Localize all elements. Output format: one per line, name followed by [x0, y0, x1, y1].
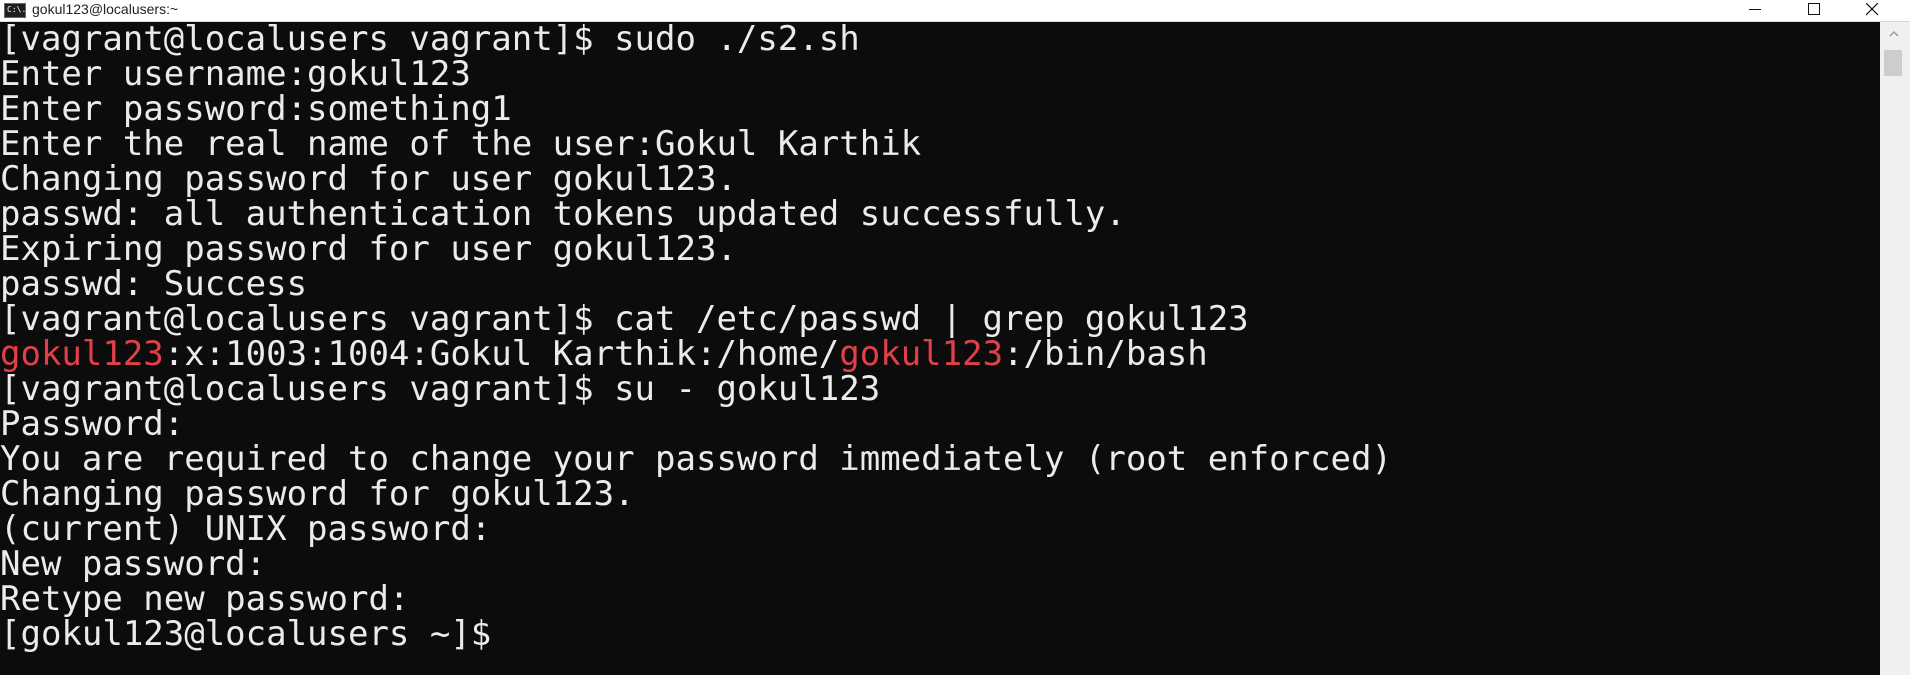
window-title: gokul123@localusers:~ [32, 1, 179, 17]
grep-match-highlight: gokul123 [839, 334, 1004, 374]
terminal-line: passwd: Success [0, 264, 308, 304]
terminal-line: [vagrant@localusers vagrant]$ sudo ./s2.… [0, 22, 860, 59]
terminal-line: Enter the real name of the user:Gokul Ka… [0, 124, 922, 164]
chevron-up-icon [1889, 31, 1899, 37]
title-bar: C:\. gokul123@localusers:~ [0, 0, 1910, 22]
terminal-line: Expiring password for user gokul123. [0, 229, 737, 269]
close-icon [1866, 3, 1879, 16]
console-icon[interactable]: C:\. [4, 3, 26, 18]
maximize-button[interactable] [1784, 0, 1844, 21]
terminal-line: passwd: all authentication tokens update… [0, 194, 1126, 234]
terminal-line: Password: [0, 404, 185, 444]
close-button[interactable] [1842, 0, 1902, 21]
scrollbar-thumb[interactable] [1884, 50, 1902, 76]
grep-result-line: gokul123:x:1003:1004:Gokul Karthik:/home… [0, 337, 1208, 372]
terminal-line: Enter password:something1 [0, 89, 512, 129]
terminal-line: [vagrant@localusers vagrant]$ cat /etc/p… [0, 299, 1249, 339]
shell-prompt: [gokul123@localusers ~]$ [0, 614, 492, 654]
maximize-icon [1808, 3, 1820, 15]
minimize-button[interactable] [1725, 0, 1785, 21]
scroll-up-button[interactable] [1880, 22, 1910, 46]
grep-match-highlight: gokul123 [0, 334, 164, 374]
passwd-entry-shell: :/bin/bash [1003, 334, 1208, 374]
terminal-line: Changing password for user gokul123. [0, 159, 737, 199]
terminal-line: [vagrant@localusers vagrant]$ su - gokul… [0, 369, 881, 409]
terminal-line: New password: [0, 544, 267, 584]
terminal-line: Retype new password: [0, 579, 410, 619]
terminal-output[interactable]: [vagrant@localusers vagrant]$ sudo ./s2.… [0, 22, 1880, 675]
terminal-line: You are required to change your password… [0, 439, 1392, 479]
terminal-line: Enter username:gokul123 [0, 54, 471, 94]
minimize-icon [1749, 9, 1761, 10]
console-icon-label: C:\. [7, 5, 27, 14]
terminal-line: Changing password for gokul123. [0, 474, 635, 514]
passwd-entry-text: :x:1003:1004:Gokul Karthik:/home/ [163, 334, 840, 374]
terminal-line: (current) UNIX password: [0, 509, 492, 549]
vertical-scrollbar[interactable] [1880, 22, 1910, 675]
